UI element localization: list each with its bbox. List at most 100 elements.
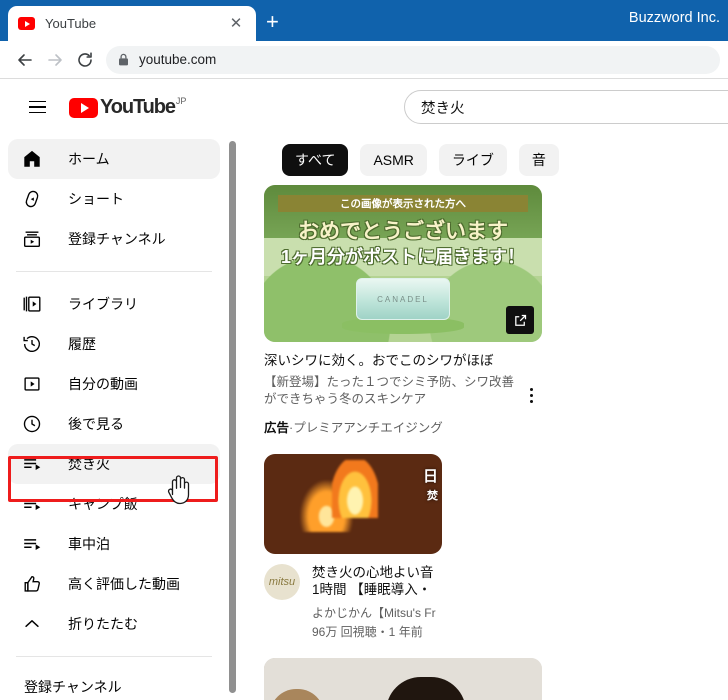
video-thumbnail[interactable]: 6:56 — [264, 658, 542, 700]
ad-product-jar: CANADEL — [356, 278, 450, 320]
sidebar-item-liked-videos[interactable]: 高く評価した動画 — [8, 564, 220, 604]
youtube-icon — [18, 17, 35, 30]
video-title[interactable]: 焚き火の心地よい音 1時間 【睡眠導入・ — [312, 564, 442, 600]
library-icon — [20, 292, 44, 316]
ad-attribution: 広告·プレミアアンチエイジング — [264, 420, 443, 435]
sidebar-item-label: 焚き火 — [68, 456, 110, 472]
video-card-campfire: 日 焚 mitsu 焚き火の心地よい音 1時間 【睡眠導入・ よかじかん【Mit… — [264, 453, 442, 641]
your-videos-icon — [20, 372, 44, 396]
sidebar-item-collapse[interactable]: 折りたたむ — [8, 604, 220, 644]
sidebar: ホーム ショート 登録チャンネル ライブラリ 履歴 自分の動画 後で見る 焚き火… — [0, 135, 228, 700]
chip-all[interactable]: すべて — [282, 144, 349, 176]
back-arrow-icon[interactable] — [10, 45, 40, 75]
close-icon[interactable]: ✕ — [226, 16, 246, 31]
lock-icon — [119, 53, 128, 66]
sidebar-item-library[interactable]: ライブラリ — [8, 284, 220, 324]
youtube-masthead: YouTube JP 焚き火 — [0, 79, 728, 135]
content-area: すべて ASMR ライブ 音 この画像が表示された方へ おめでとうございます 1… — [240, 135, 728, 700]
sidebar-item-label: 履歴 — [68, 336, 96, 352]
channel-name[interactable]: よかじかん【Mitsu's Fr — [312, 604, 442, 621]
menu-icon[interactable] — [17, 87, 57, 127]
ad-description: 【新登場】たった１つでシミ予防、シワ改善ができちゃう冬のスキンケア — [264, 374, 515, 406]
sidebar-item-camp-meshi[interactable]: キャンプ飯 — [8, 484, 220, 524]
interview-artwork — [264, 658, 542, 700]
ad-banner-text: この画像が表示された方へ — [340, 198, 466, 210]
watch-later-icon — [20, 412, 44, 436]
search-input[interactable]: 焚き火 — [404, 90, 728, 124]
sidebar-item-watch-later[interactable]: 後で見る — [8, 404, 220, 444]
search-input-value: 焚き火 — [421, 100, 465, 117]
sidebar-item-label: ライブラリ — [68, 296, 138, 312]
ad-headline-1: おめでとうございます — [298, 220, 508, 243]
video-stats: 96万 回視聴・1 年前 — [312, 625, 423, 640]
chip-sound[interactable]: 音 — [518, 144, 559, 176]
sidebar-divider — [16, 271, 212, 272]
sidebar-item-label: ホーム — [68, 151, 110, 167]
screenshot-root: YouTube ✕ + Buzzword Inc. youtube.com Yo… — [0, 0, 728, 700]
youtube-logo[interactable]: YouTube JP — [69, 96, 186, 118]
ad-thumbnail[interactable]: この画像が表示された方へ おめでとうございます 1ヶ月分がポストに届きます！ C… — [264, 185, 542, 342]
address-bar-url: youtube.com — [139, 52, 217, 67]
sidebar-item-label: 後で見る — [68, 416, 124, 432]
sidebar-item-subscriptions[interactable]: 登録チャンネル — [8, 219, 220, 259]
browser-tab-youtube[interactable]: YouTube ✕ — [8, 6, 256, 41]
sidebar-item-label: 車中泊 — [68, 536, 110, 552]
sidebar-item-takibi[interactable]: 焚き火 — [8, 444, 220, 484]
sidebar-item-your-videos[interactable]: 自分の動画 — [8, 364, 220, 404]
subscriptions-icon — [20, 227, 44, 251]
youtube-country-code: JP — [175, 96, 187, 106]
ad-title[interactable]: 深いシワに効く。おでこのシワがほぼ — [264, 352, 520, 370]
sidebar-item-shorts[interactable]: ショート — [8, 179, 220, 219]
ad-badge: 広告 — [264, 420, 290, 435]
sidebar-item-label: ショート — [68, 191, 124, 207]
thumbs-up-icon — [20, 572, 44, 596]
thumbnail-overlay-text: 日 焚 — [422, 467, 438, 503]
ad-banner-strip: この画像が表示された方へ — [278, 195, 528, 212]
youtube-page: YouTube JP 焚き火 ホーム ショート 登録チャンネル ライブラリ 履歴… — [0, 79, 728, 700]
ad-headline-2: 1ヶ月分がポストに届きます！ — [280, 247, 525, 267]
reload-icon[interactable] — [70, 45, 100, 75]
forward-arrow-icon[interactable] — [40, 45, 70, 75]
sidebar-item-label: キャンプ飯 — [68, 496, 138, 512]
playlist-icon — [20, 532, 44, 556]
sidebar-item-label: 高く評価した動画 — [68, 576, 180, 592]
address-bar[interactable]: youtube.com — [106, 45, 720, 74]
sidebar-scrollbar[interactable] — [229, 141, 236, 693]
playlist-icon — [20, 452, 44, 476]
flame-shape — [331, 459, 378, 518]
sidebar-item-label: 折りたたむ — [68, 616, 138, 632]
shorts-icon — [20, 187, 44, 211]
youtube-logo-text: YouTube — [100, 96, 176, 118]
profile-label[interactable]: Buzzword Inc. — [629, 10, 720, 26]
ad-card: この画像が表示された方へ おめでとうございます 1ヶ月分がポストに届きます！ C… — [264, 185, 542, 436]
new-tab-button[interactable]: + — [266, 11, 279, 33]
browser-tab-title: YouTube — [45, 16, 97, 31]
sidebar-item-home[interactable]: ホーム — [8, 139, 220, 179]
more-options-icon[interactable] — [520, 352, 542, 436]
browser-toolbar: youtube.com — [0, 41, 728, 79]
chip-live[interactable]: ライブ — [438, 144, 507, 176]
ad-artwork: この画像が表示された方へ おめでとうございます 1ヶ月分がポストに届きます！ C… — [264, 185, 542, 342]
sidebar-divider — [16, 656, 212, 657]
sidebar-item-label: 登録チャンネル — [68, 231, 166, 247]
sidebar-item-history[interactable]: 履歴 — [8, 324, 220, 364]
chevron-up-icon — [20, 612, 44, 636]
playlist-icon — [20, 492, 44, 516]
home-icon — [20, 147, 44, 171]
video-card-interview: 6:56 — [264, 658, 542, 700]
avatar[interactable]: mitsu — [264, 563, 300, 600]
filter-chips: すべて ASMR ライブ 音 — [240, 135, 728, 185]
youtube-play-icon — [69, 98, 98, 118]
ad-meta: 深いシワに効く。おでこのシワがほぼ 【新登場】たった１つでシミ予防、シワ改善がで… — [264, 352, 542, 436]
external-link-icon[interactable] — [506, 306, 534, 334]
history-icon — [20, 332, 44, 356]
sidebar-item-shachuhaku[interactable]: 車中泊 — [8, 524, 220, 564]
video-grid: この画像が表示された方へ おめでとうございます 1ヶ月分がポストに届きます！ C… — [240, 185, 728, 700]
video-thumbnail[interactable]: 日 焚 — [264, 453, 442, 554]
video-meta: mitsu 焚き火の心地よい音 1時間 【睡眠導入・ よかじかん【Mitsu's… — [264, 563, 442, 641]
chip-asmr[interactable]: ASMR — [360, 144, 427, 176]
ad-product-name: CANADEL — [377, 294, 429, 304]
sidebar-section-subscriptions: 登録チャンネル — [24, 679, 122, 695]
campfire-artwork: 日 焚 — [264, 453, 442, 554]
ad-advertiser: プレミアアンチエイジング — [293, 420, 443, 435]
